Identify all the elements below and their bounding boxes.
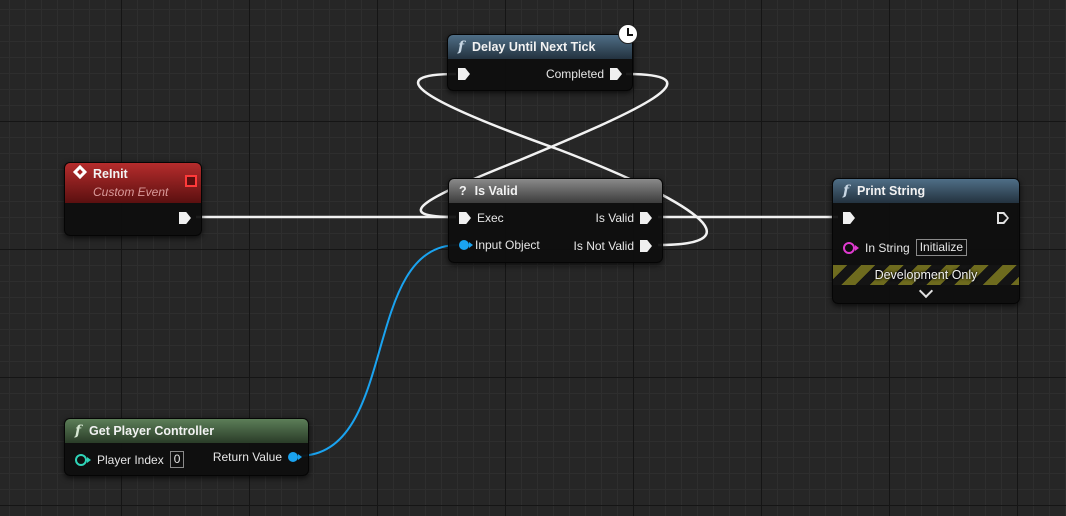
chevron-down-icon[interactable] bbox=[918, 283, 934, 299]
wire-controller-to-object bbox=[297, 244, 459, 457]
exec-input-pin[interactable] bbox=[843, 212, 855, 224]
node-header: f Get Player Controller bbox=[65, 419, 308, 443]
object-pin-icon bbox=[288, 452, 302, 462]
exec-input-pin[interactable] bbox=[458, 68, 470, 80]
function-icon: f bbox=[843, 183, 850, 199]
exec-pin-icon bbox=[640, 212, 652, 224]
node-title: ReInit bbox=[93, 167, 128, 181]
exec-pin-icon bbox=[179, 212, 191, 224]
development-only-banner: Development Only bbox=[833, 265, 1019, 285]
return-value-pin[interactable]: Return Value bbox=[212, 450, 302, 464]
pin-label: Return Value bbox=[212, 450, 282, 464]
node-title: Get Player Controller bbox=[89, 424, 215, 438]
node-header: ? Is Valid bbox=[449, 179, 662, 203]
integer-pin-icon bbox=[75, 453, 91, 466]
question-icon: ? bbox=[459, 184, 467, 198]
event-icon bbox=[72, 164, 88, 180]
string-pin-icon bbox=[843, 241, 859, 254]
node-title: Delay Until Next Tick bbox=[472, 40, 596, 54]
reinit-event-node[interactable]: ReInit Custom Event bbox=[64, 162, 202, 236]
node-header: f Delay Until Next Tick bbox=[448, 35, 632, 59]
input-object-pin[interactable]: Input Object bbox=[459, 238, 540, 252]
exec-pin-icon bbox=[610, 68, 622, 80]
in-string-pin[interactable]: In String Initialize bbox=[843, 239, 968, 256]
clock-icon bbox=[618, 24, 638, 44]
get-player-controller-node[interactable]: f Get Player Controller Player Index 0 R… bbox=[64, 418, 309, 476]
pin-label: Is Valid bbox=[595, 211, 634, 225]
function-icon: f bbox=[458, 39, 465, 55]
pin-label: In String bbox=[865, 240, 910, 255]
exec-pin-icon bbox=[640, 240, 652, 252]
pin-label: Player Index bbox=[97, 452, 164, 467]
banner-label: Development Only bbox=[874, 268, 978, 282]
pin-label: Is Not Valid bbox=[573, 239, 634, 253]
exec-input-pin[interactable]: Exec bbox=[459, 211, 504, 225]
exec-output-pin[interactable] bbox=[179, 212, 191, 224]
is-valid-node[interactable]: ? Is Valid Exec Input Object Is Valid Is… bbox=[448, 178, 663, 263]
pin-label: Completed bbox=[545, 67, 604, 81]
object-pin-icon bbox=[459, 240, 473, 250]
exec-pin-icon bbox=[458, 68, 470, 80]
in-string-field[interactable]: Initialize bbox=[915, 239, 968, 256]
node-title: Print String bbox=[857, 184, 926, 198]
exec-output-pin[interactable] bbox=[997, 212, 1009, 224]
exec-pin-icon bbox=[843, 212, 855, 224]
node-subtitle: Custom Event bbox=[93, 185, 169, 199]
function-icon: f bbox=[75, 423, 82, 439]
exec-pin-icon bbox=[997, 212, 1009, 224]
completed-output-pin[interactable]: Completed bbox=[546, 67, 622, 81]
node-title: Is Valid bbox=[474, 184, 518, 198]
is-valid-output-pin[interactable]: Is Valid bbox=[596, 211, 652, 225]
pin-label: Exec bbox=[477, 211, 504, 225]
print-string-node[interactable]: f Print String In String Initialize Deve… bbox=[832, 178, 1020, 304]
delay-until-next-tick-node[interactable]: f Delay Until Next Tick Completed bbox=[447, 34, 633, 91]
player-index-pin[interactable]: Player Index 0 bbox=[75, 451, 185, 468]
pin-label: Input Object bbox=[475, 238, 540, 252]
player-index-field[interactable]: 0 bbox=[169, 451, 185, 468]
is-not-valid-output-pin[interactable]: Is Not Valid bbox=[574, 239, 652, 253]
node-header: f Print String bbox=[833, 179, 1019, 203]
exec-pin-icon bbox=[459, 212, 471, 224]
delegate-pin-icon[interactable] bbox=[185, 175, 197, 187]
